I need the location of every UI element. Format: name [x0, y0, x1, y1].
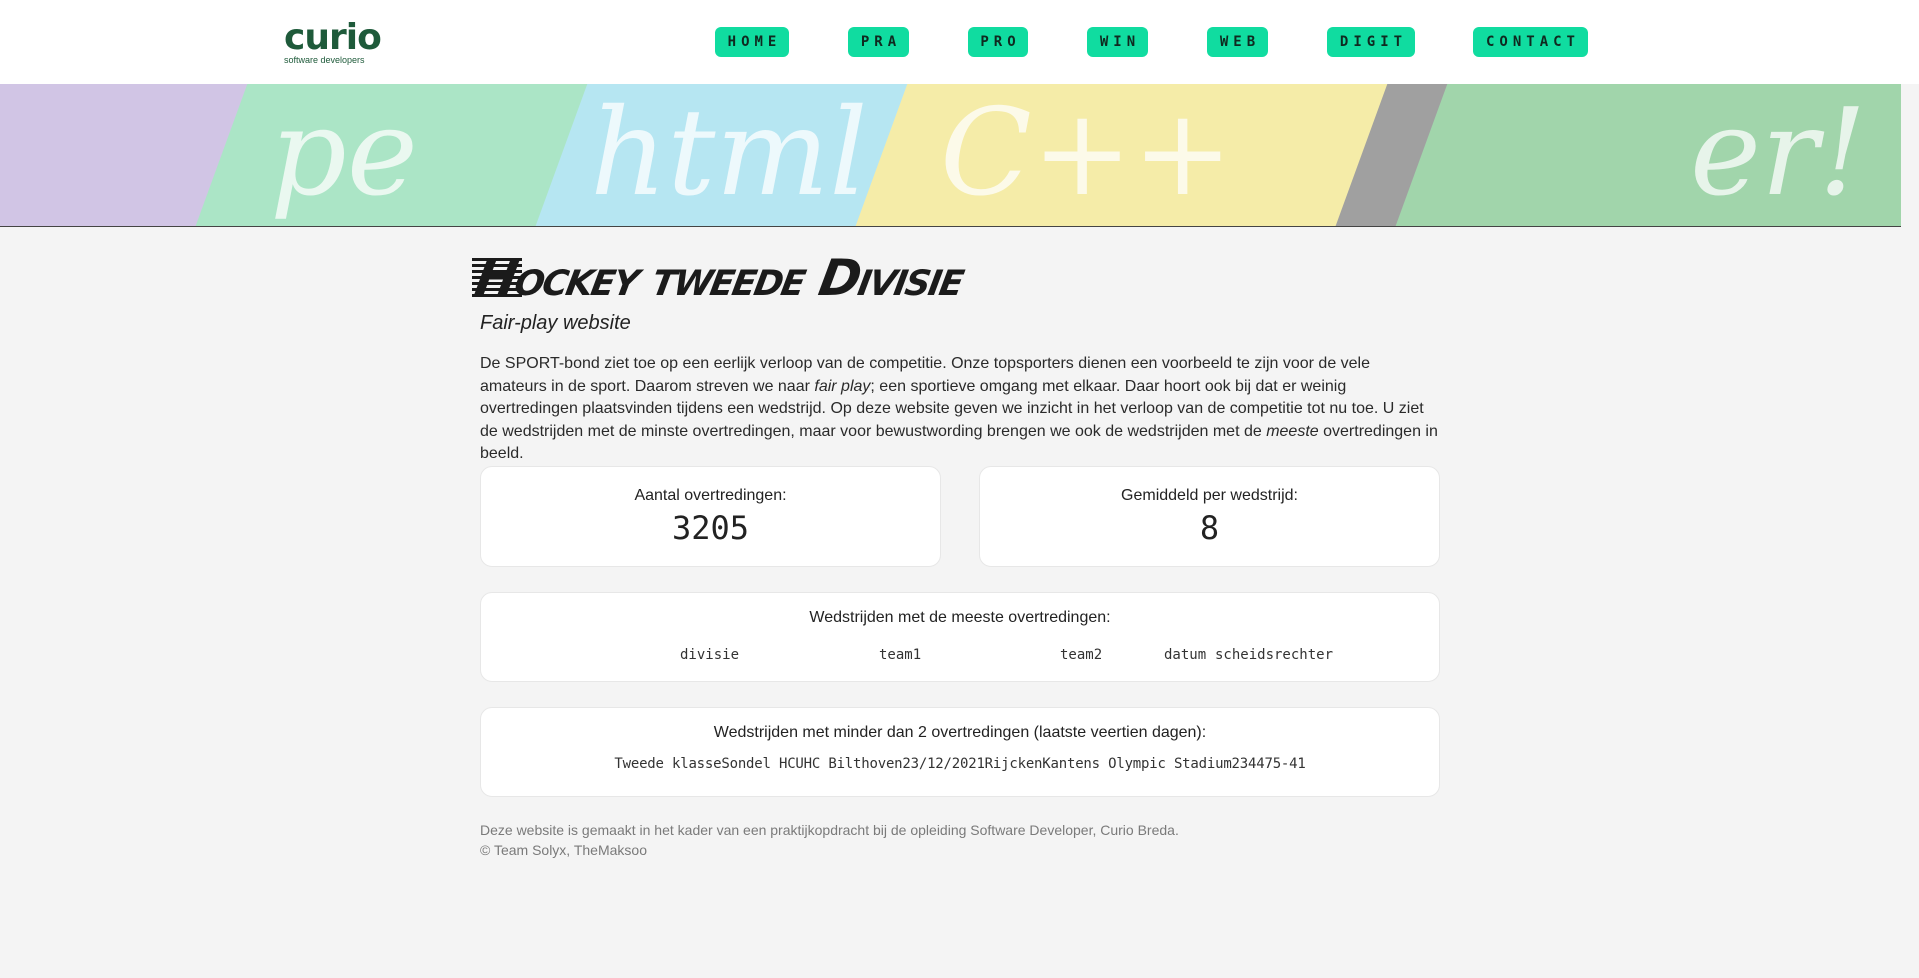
intro-paragraph: De SPORT-bond ziet toe op een eerlijk ve…: [480, 353, 1440, 466]
banner-overlay: [0, 84, 1901, 226]
column-header-divisie: divisie: [680, 647, 740, 663]
nav-pro-button[interactable]: PRO: [968, 27, 1028, 57]
page-subtitle: Fair-play website: [480, 312, 631, 334]
least-violations-card: Wedstrijden met minder dan 2 overtreding…: [480, 707, 1440, 797]
nav-contact-button[interactable]: CONTACT: [1473, 27, 1588, 57]
average-violations-value: 8: [1199, 509, 1220, 547]
page-footer: Deze website is gemaakt in het kader van…: [480, 820, 1179, 860]
least-violations-title: Wedstrijden met minder dan 2 overtreding…: [713, 724, 1207, 741]
total-violations-card: Aantal overtredingen: 3205: [480, 466, 941, 567]
logo-wordmark: curio: [284, 17, 382, 58]
nav-win-button[interactable]: WIN: [1087, 27, 1148, 57]
total-violations-value: 3205: [671, 509, 750, 547]
column-header-scheidsrechter: scheidsrechter: [1215, 647, 1334, 663]
main-content: Hockey tweede Divisie Fair-play website …: [471, 249, 1440, 466]
column-header-team1: team1: [879, 647, 922, 663]
curio-logo[interactable]: curio software developers: [284, 17, 382, 66]
nav-digit-button[interactable]: DIGIT: [1327, 27, 1415, 57]
nav-pra-button[interactable]: PRA: [848, 27, 909, 57]
intro-emphasis-fair-play: fair play: [814, 377, 871, 395]
column-header-team2: team2: [1060, 647, 1103, 663]
title-wrapper: Hockey tweede Divisie: [471, 249, 1440, 307]
hero-banner: pe html C++ er!: [0, 84, 1901, 227]
nav-home-button[interactable]: HOME: [715, 27, 789, 57]
average-violations-label: Gemiddeld per wedstrijd:: [1121, 487, 1298, 504]
column-header-datum: datum: [1164, 647, 1207, 663]
site-header: curio software developers HOME PRA PRO W…: [0, 0, 1919, 84]
page-title: Hockey tweede Divisie: [470, 249, 968, 307]
least-violations-row: Tweede klasseSondel HCUHC Bilthoven23/12…: [614, 756, 1306, 772]
intro-emphasis-meeste: meeste: [1266, 422, 1319, 440]
footer-line-1: Deze website is gemaakt in het kader van…: [480, 822, 1179, 838]
most-violations-card: Wedstrijden met de meeste overtredingen:…: [480, 592, 1440, 682]
most-violations-title: Wedstrijden met de meeste overtredingen:: [809, 609, 1111, 626]
footer-copyright: © Team Solyx, TheMaksoo: [480, 842, 647, 858]
total-violations-label: Aantal overtredingen:: [634, 487, 787, 504]
nav-web-button[interactable]: WEB: [1207, 27, 1268, 57]
average-violations-card: Gemiddeld per wedstrijd: 8: [979, 466, 1440, 567]
